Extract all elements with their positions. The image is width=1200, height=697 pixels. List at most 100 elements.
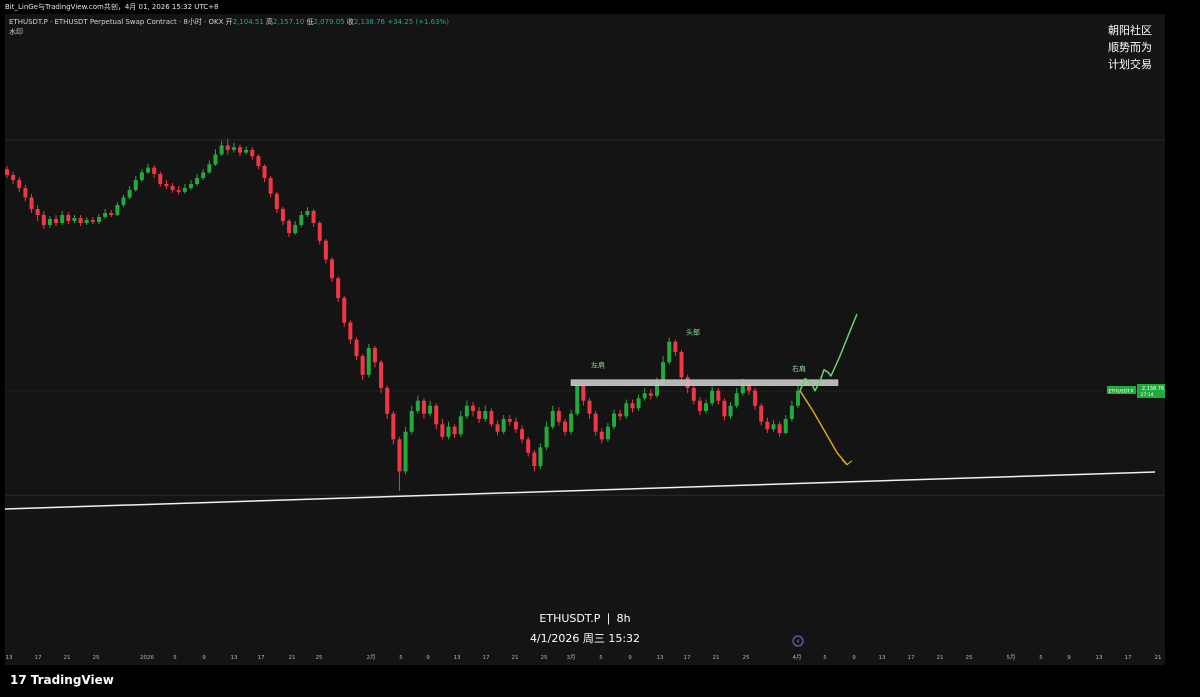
time-tick-label: 3月 <box>567 654 576 661</box>
time-tick-label: 9 <box>202 655 206 661</box>
time-tick-label: 17 <box>908 655 915 661</box>
time-tick-label: 25 <box>316 655 323 661</box>
candle-body <box>532 452 537 466</box>
candle-body <box>796 390 800 406</box>
time-tick-label: 9 <box>852 655 856 661</box>
candle-body <box>391 413 396 440</box>
candle-body <box>673 341 678 352</box>
time-tick-label: 21 <box>64 655 71 661</box>
time-tick-label: 13 <box>879 655 886 661</box>
candle-body <box>501 419 506 432</box>
time-tick-label: 17 <box>1125 655 1132 661</box>
candle-body <box>471 405 476 411</box>
candle-body <box>35 209 40 215</box>
candle-body <box>158 174 163 184</box>
candle-body <box>593 413 598 432</box>
candle-body <box>397 439 402 472</box>
candle-body <box>90 220 95 222</box>
price-chart[interactable]: 左肩头部右肩USDT4,100.004,000.003,900.003,800.… <box>5 14 1165 665</box>
time-tick-label: 5 <box>173 655 177 661</box>
time-tick-label: 5 <box>1039 655 1043 661</box>
candle-body <box>753 390 758 406</box>
candle-body <box>599 431 604 440</box>
candle-body <box>250 149 255 157</box>
time-tick-label: 13 <box>1096 655 1103 661</box>
candle-body <box>759 405 764 422</box>
candle-body <box>544 426 549 448</box>
candle-body <box>299 215 304 225</box>
chart-area[interactable]: 左肩头部右肩USDT4,100.004,000.003,900.003,800.… <box>5 14 1165 665</box>
candle-body <box>372 348 377 363</box>
candle-body <box>121 197 126 205</box>
time-tick-label: 13 <box>454 655 461 661</box>
annotation-label: 右肩 <box>792 364 806 373</box>
candle-body <box>507 419 512 422</box>
candle-body <box>704 403 709 411</box>
support-trendline <box>5 471 1156 510</box>
time-tick-label: 25 <box>743 655 750 661</box>
candle-body <box>207 164 212 173</box>
legend-watermark-label: 水印 <box>9 28 23 36</box>
candle-body <box>78 218 83 223</box>
projection-bearish <box>799 390 848 466</box>
candle-body <box>323 240 328 260</box>
candle-body <box>624 403 629 417</box>
annotation-label: 左肩 <box>591 360 605 369</box>
candle-body <box>96 217 101 222</box>
candle-body <box>612 413 617 427</box>
candle-body <box>495 424 500 432</box>
candle-body <box>428 405 433 414</box>
candle-body <box>305 211 310 215</box>
candle-body <box>164 184 169 186</box>
candle-body <box>409 411 414 432</box>
community-watermark: 朝阳社区 顺势而为 计划交易 <box>1108 22 1152 73</box>
candle-body <box>360 356 365 375</box>
time-tick-label: 13 <box>657 655 664 661</box>
candle-body <box>667 341 672 363</box>
projection-bullish <box>799 313 858 392</box>
candle-body <box>84 220 89 223</box>
watermark-line-1: 朝阳社区 <box>1108 24 1152 37</box>
time-tick-label: 21 <box>713 655 720 661</box>
candle-body <box>415 400 420 411</box>
candle-body <box>152 167 157 174</box>
time-tick-label: 13 <box>231 655 238 661</box>
time-tick-label: 9 <box>628 655 632 661</box>
candle-body <box>280 209 285 221</box>
candle-body <box>440 424 445 437</box>
candle-body <box>182 188 187 192</box>
candle-body <box>195 178 200 184</box>
candle-body <box>146 167 151 173</box>
candle-body <box>5 169 9 175</box>
neckline-band <box>570 379 839 386</box>
time-tick-label: 2月 <box>367 654 376 661</box>
legend-open: 2,104.51 <box>232 18 264 26</box>
candle-body <box>722 400 727 417</box>
candle-body <box>605 426 610 440</box>
time-tick-label: 2026 <box>140 655 154 661</box>
legend-symbol-info: ETHUSDT.P · ETHUSDT Perpetual Swap Contr… <box>9 18 233 26</box>
candle-body <box>115 205 120 215</box>
tradingview-logo[interactable]: 𝟭𝟳 TradingView <box>10 673 114 687</box>
candle-body <box>354 339 359 356</box>
time-tick-label: 21 <box>512 655 519 661</box>
footer-bar <box>0 665 1200 697</box>
candle-body <box>538 447 543 466</box>
time-tick-label: 4月 <box>793 654 802 661</box>
candle-body <box>434 405 439 425</box>
candle-body <box>446 426 451 437</box>
candle-body <box>366 348 371 375</box>
candle-body <box>47 219 52 225</box>
candle-body <box>452 426 457 435</box>
candle-body <box>636 398 641 409</box>
candle-body <box>483 411 488 419</box>
time-tick-label: 13 <box>6 655 13 661</box>
candle-body <box>783 419 788 433</box>
current-price-countdown: 27:14 <box>1141 392 1154 398</box>
candle-body <box>139 172 144 180</box>
candle-body <box>268 178 273 194</box>
annotation-label: 头部 <box>686 327 700 336</box>
candle-body <box>17 180 22 188</box>
candle-body <box>458 416 463 435</box>
time-tick-label: 17 <box>483 655 490 661</box>
